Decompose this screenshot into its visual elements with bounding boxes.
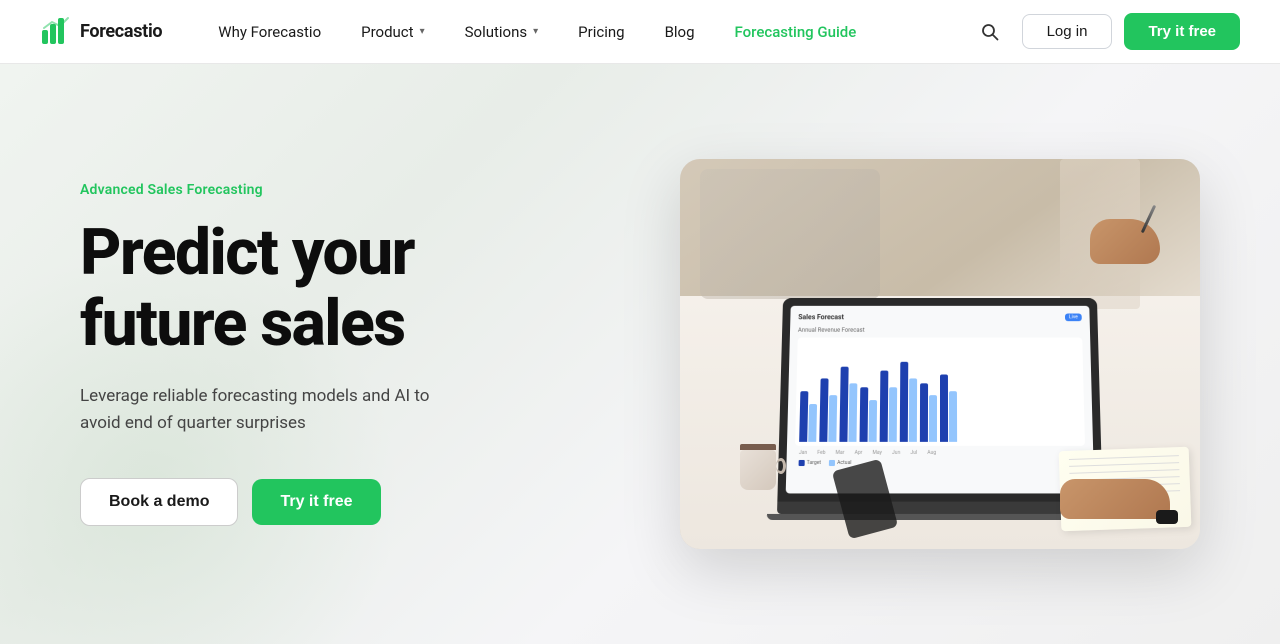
- bar-group: [799, 391, 817, 442]
- bg-laptop: [700, 169, 880, 299]
- coffee-mug: [740, 444, 784, 494]
- dashboard-subtitle: Annual Revenue Forecast: [798, 327, 1082, 334]
- nav-solutions[interactable]: Solutions ▾: [449, 15, 555, 49]
- bar-light: [869, 400, 878, 442]
- legend-light-label: Actual: [837, 460, 851, 466]
- hero-left-content: Advanced Sales Forecasting Predict your …: [80, 182, 560, 525]
- chart-label: Jan: [799, 450, 807, 456]
- bar-group: [880, 370, 898, 442]
- pen-icon: [1141, 205, 1156, 233]
- bar-light: [808, 404, 817, 442]
- hero-right-visual: Sales Forecast Live Annual Revenue Forec…: [560, 159, 1200, 549]
- laptop-screen-outer: Sales Forecast Live Annual Revenue Forec…: [777, 298, 1102, 501]
- notebook-line: [1069, 462, 1179, 467]
- dashboard-title: Sales Forecast: [798, 313, 844, 321]
- notebook-line: [1069, 469, 1179, 474]
- book-demo-button[interactable]: Book a demo: [80, 478, 238, 526]
- bar-light: [848, 383, 857, 442]
- login-button[interactable]: Log in: [1022, 14, 1113, 49]
- forecastio-logo-icon: [40, 16, 72, 48]
- nav-why-forecastio[interactable]: Why Forecastio: [202, 15, 337, 49]
- bar-dark: [940, 375, 948, 442]
- dashboard-chart: [795, 338, 1085, 446]
- laptop-keyboard: [777, 502, 1103, 514]
- legend-dark-swatch: [799, 460, 805, 466]
- bar-group: [920, 383, 937, 442]
- legend-light-swatch: [829, 460, 835, 466]
- bar-dark: [900, 362, 908, 442]
- writing-hand: [1090, 219, 1170, 279]
- chart-label: Jul: [910, 450, 917, 456]
- watch: [1156, 510, 1178, 524]
- chart-label: Jun: [892, 450, 900, 456]
- hero-subtitle: Leverage reliable forecasting models and…: [80, 383, 460, 437]
- laptop-screen-inner: Sales Forecast Live Annual Revenue Forec…: [786, 306, 1095, 494]
- bar-dark: [860, 387, 869, 442]
- bar-dark: [839, 366, 848, 442]
- bar-dark: [819, 379, 828, 442]
- dashboard-header: Sales Forecast Live: [798, 313, 1082, 321]
- chart-legend: Target Actual: [795, 460, 1086, 466]
- bar-light: [828, 395, 837, 441]
- hero-title: Predict your future sales: [80, 218, 560, 359]
- mug-body: [740, 450, 776, 490]
- notebook-line: [1069, 455, 1179, 460]
- try-free-hero-button[interactable]: Try it free: [252, 479, 380, 525]
- logo-link[interactable]: Forecastio: [40, 16, 162, 48]
- navbar-right: Log in Try it free: [970, 12, 1240, 52]
- bar-group: [819, 379, 837, 442]
- hero-section: Advanced Sales Forecasting Predict your …: [0, 64, 1280, 644]
- nav-pricing[interactable]: Pricing: [562, 15, 640, 49]
- search-button[interactable]: [970, 12, 1010, 52]
- nav-product[interactable]: Product ▾: [345, 15, 440, 49]
- bar-group: [900, 362, 917, 442]
- legend-dark-label: Target: [807, 460, 821, 466]
- bar-light: [929, 395, 937, 441]
- bar-dark: [920, 383, 928, 442]
- product-chevron-icon: ▾: [420, 26, 425, 37]
- bar-dark: [799, 391, 808, 442]
- bar-light: [949, 391, 957, 442]
- main-laptop: Sales Forecast Live Annual Revenue Forec…: [777, 298, 1103, 520]
- bar-group: [860, 387, 878, 442]
- nav-forecasting-guide[interactable]: Forecasting Guide: [719, 15, 873, 49]
- bar-dark: [880, 370, 889, 442]
- try-free-nav-button[interactable]: Try it free: [1124, 13, 1240, 50]
- navbar: Forecastio Why Forecastio Product ▾ Solu…: [0, 0, 1280, 64]
- chart-label: May: [872, 450, 882, 456]
- hand-shape-typing: [1060, 479, 1170, 519]
- bar-group: [940, 375, 957, 442]
- nav-blog[interactable]: Blog: [649, 15, 711, 49]
- bar-group: [839, 366, 857, 442]
- laptop-scene: Sales Forecast Live Annual Revenue Forec…: [680, 159, 1200, 549]
- bar-light: [889, 387, 897, 442]
- hero-tagline: Advanced Sales Forecasting: [80, 182, 560, 198]
- chart-label: Feb: [817, 450, 825, 456]
- hero-cta-group: Book a demo Try it free: [80, 478, 560, 526]
- dashboard-ui: Sales Forecast Live Annual Revenue Forec…: [786, 306, 1095, 494]
- dashboard-badge: Live: [1065, 313, 1082, 321]
- logo-text: Forecastio: [80, 21, 162, 42]
- main-nav: Why Forecastio Product ▾ Solutions ▾ Pri…: [202, 15, 969, 49]
- chart-label: Apr: [854, 450, 862, 456]
- search-icon: [980, 22, 1000, 42]
- chart-labels: Jan Feb Mar Apr May Jun Jul Aug: [795, 450, 1085, 456]
- bar-light: [909, 379, 917, 442]
- mug-handle: [776, 458, 786, 474]
- hero-image: Sales Forecast Live Annual Revenue Forec…: [680, 159, 1200, 549]
- solutions-chevron-icon: ▾: [533, 26, 538, 37]
- hand-shape-writing: [1090, 219, 1160, 264]
- chart-label: Aug: [927, 450, 936, 456]
- chart-label: Mar: [836, 450, 845, 456]
